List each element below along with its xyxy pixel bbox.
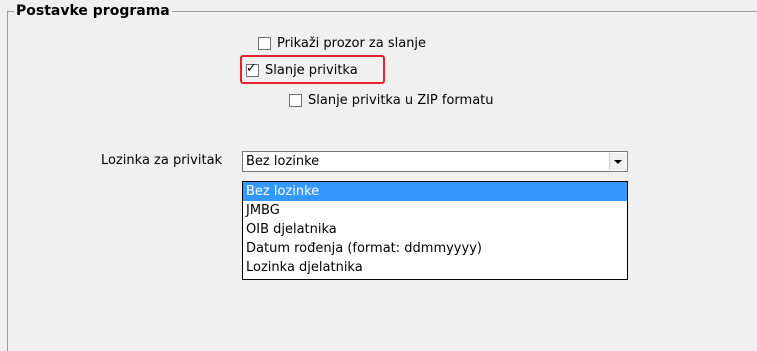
checkmark-icon: ✓ <box>246 60 257 76</box>
password-select-value: Bez lozinke <box>246 154 320 169</box>
password-label: Lozinka za privitak <box>101 153 223 168</box>
show-window-label: Prikaži prozor za slanje <box>277 35 427 51</box>
dropdown-option[interactable]: JMBG <box>243 201 627 220</box>
send-zip-label: Slanje privitka u ZIP formatu <box>308 92 494 108</box>
dropdown-option[interactable]: Bez lozinke <box>243 182 627 201</box>
password-dropdown-list: Bez lozinke JMBG OIB djelatnika Datum ro… <box>242 181 628 280</box>
show-window-checkbox[interactable] <box>258 36 271 50</box>
show-window-option[interactable]: Prikaži prozor za slanje <box>258 34 426 52</box>
send-attachment-option[interactable]: ✓ Slanje privitka <box>246 61 358 79</box>
group-title: Postavke programa <box>14 2 172 20</box>
send-zip-checkbox[interactable] <box>289 93 302 107</box>
chevron-down-icon <box>614 160 622 164</box>
password-select[interactable]: Bez lozinke <box>242 151 628 172</box>
send-attachment-checkbox[interactable]: ✓ <box>246 60 259 77</box>
send-zip-option[interactable]: Slanje privitka u ZIP formatu <box>289 91 494 109</box>
dropdown-option[interactable]: OIB djelatnika <box>243 220 627 239</box>
dropdown-option[interactable]: Datum rođenja (format: ddmmyyyy) <box>243 239 627 258</box>
dropdown-button[interactable] <box>609 153 626 170</box>
dropdown-option[interactable]: Lozinka djelatnika <box>243 258 627 277</box>
send-attachment-label: Slanje privitka <box>265 62 358 78</box>
